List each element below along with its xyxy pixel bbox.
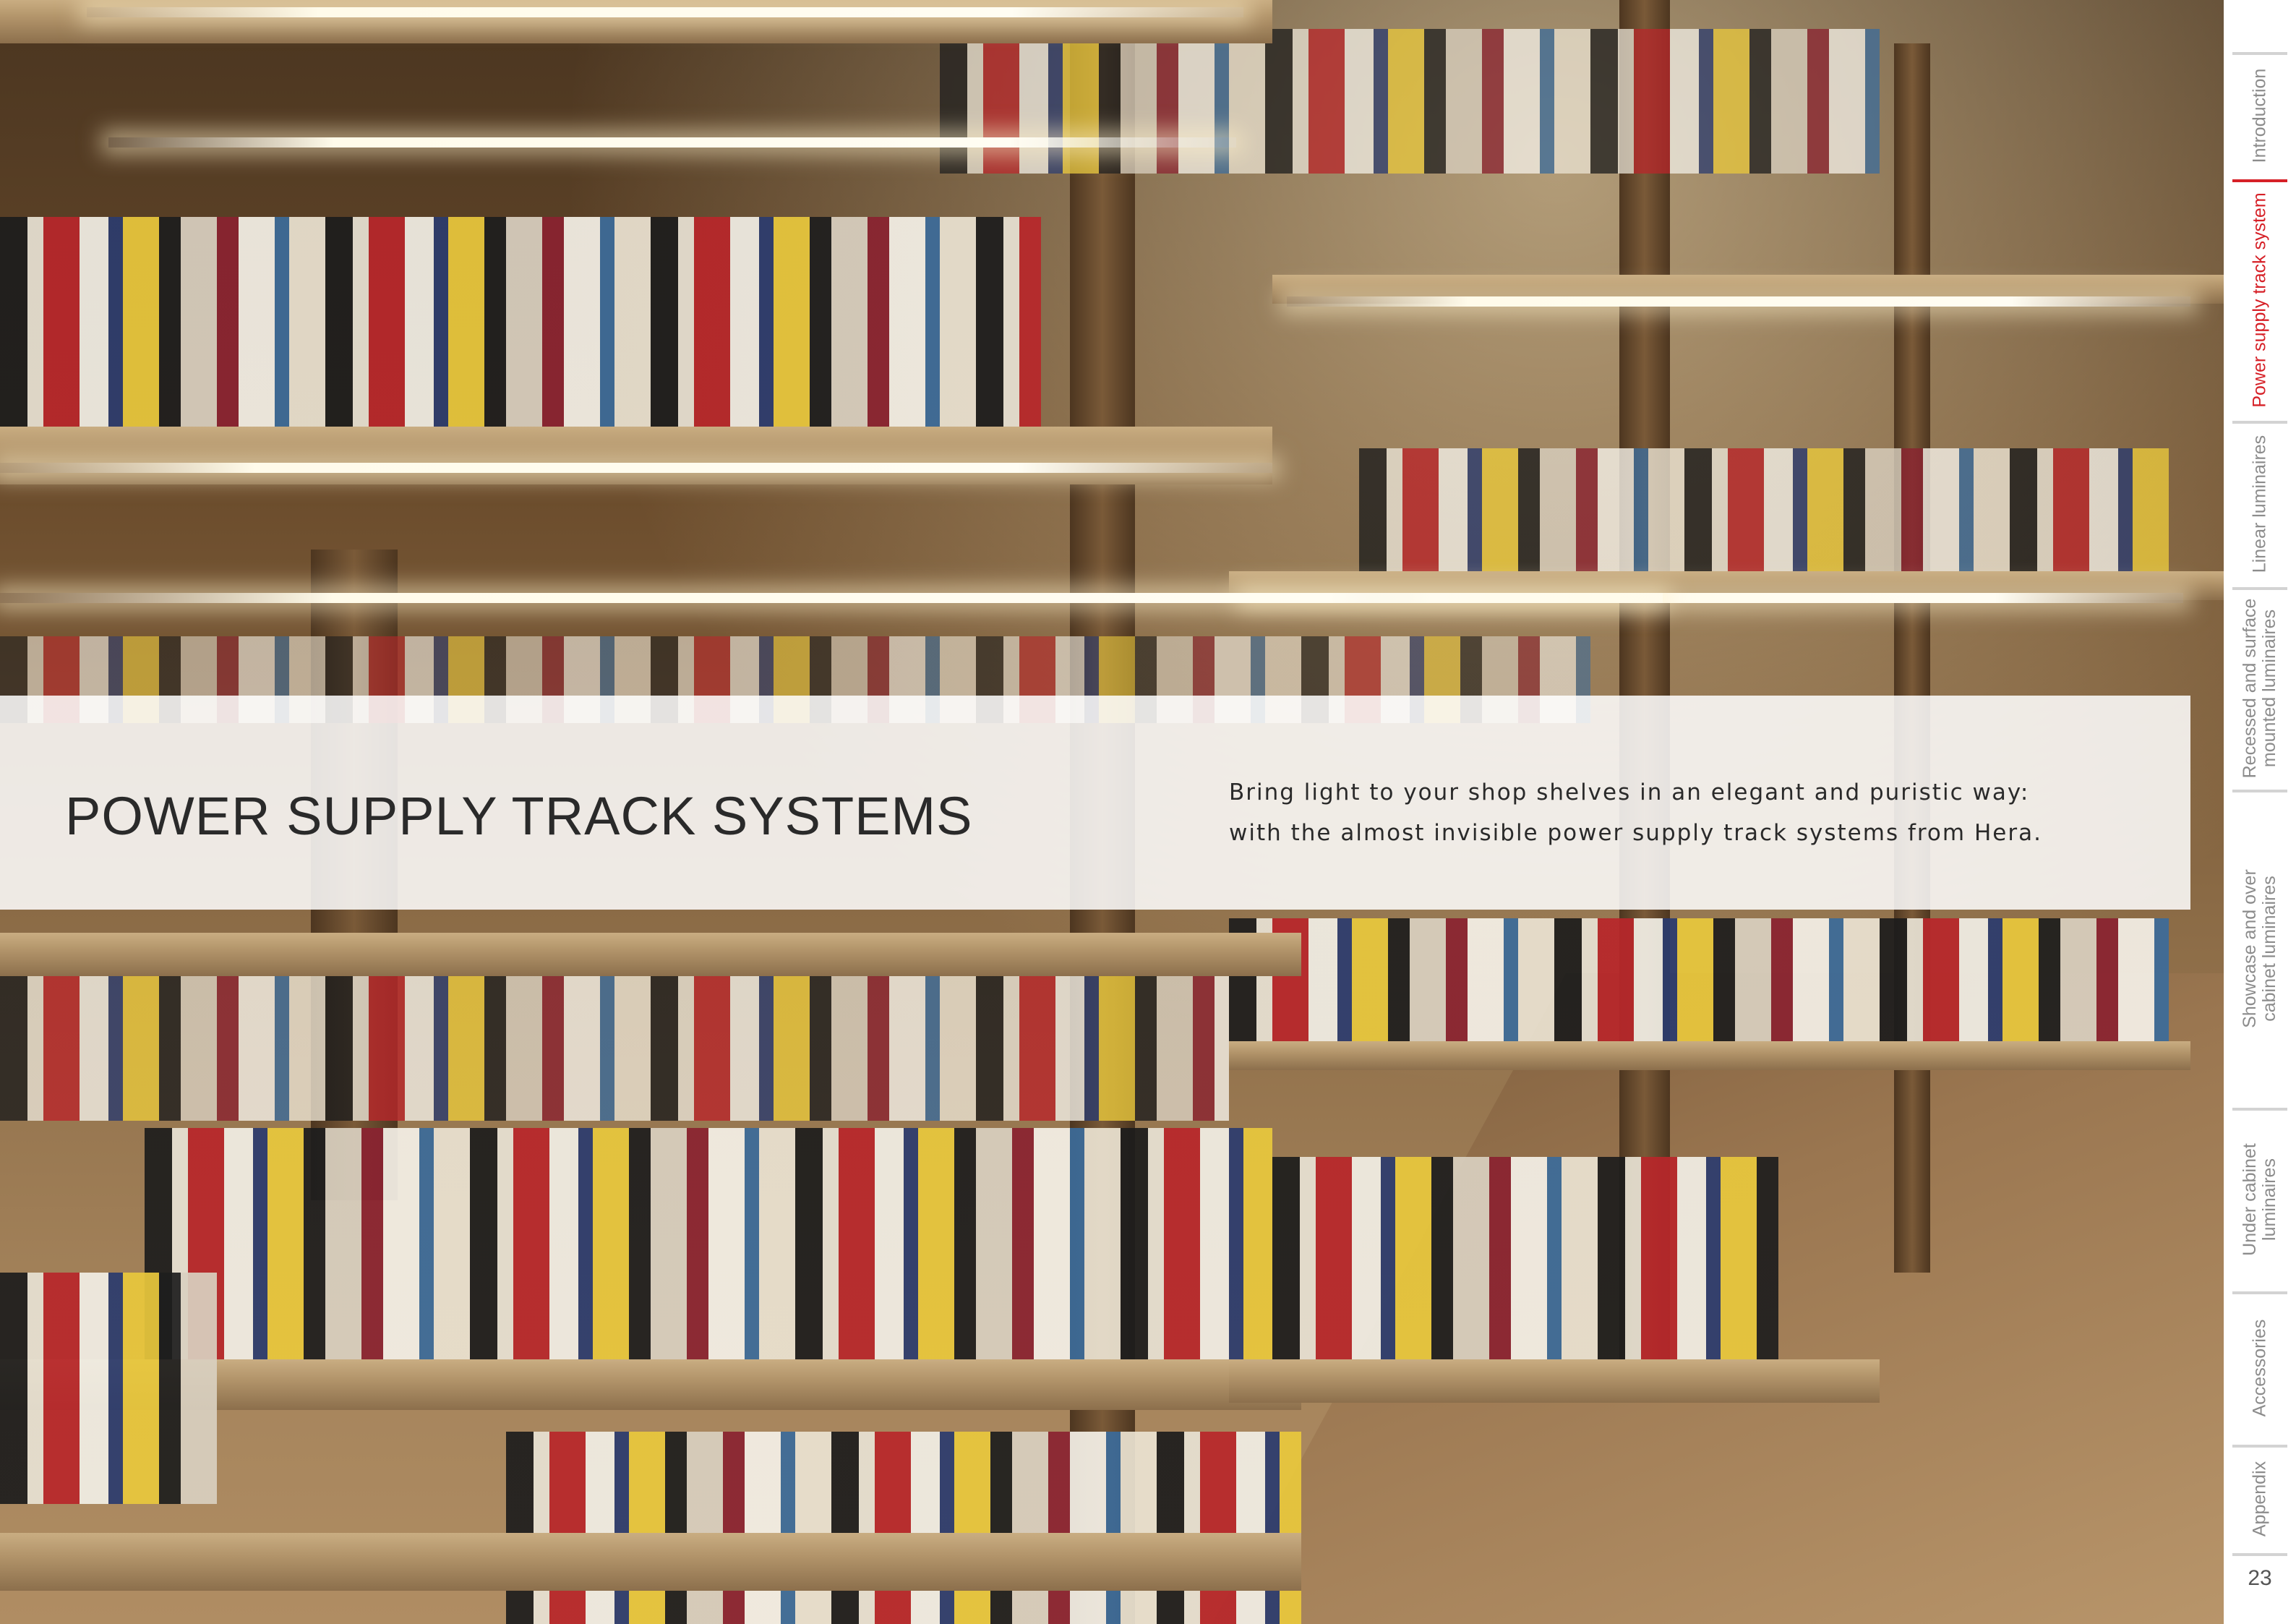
tagline-line-2: with the almost invisible power supply t… xyxy=(1229,820,2042,846)
nav-tab-label: Under cabinet luminaires xyxy=(2240,1143,2279,1256)
nav-tab-indicator xyxy=(2232,1291,2287,1294)
tagline-line-1: Bring light to your shop shelves in an e… xyxy=(1229,779,2030,805)
brochure-page: POWER SUPPLY TRACK SYSTEMS Bring light t… xyxy=(0,0,2296,1624)
nav-tab-linear-luminaires[interactable]: Linear luminaires xyxy=(2224,421,2296,587)
nav-tab-label: Power supply track system xyxy=(2249,192,2270,408)
nav-tab-label: Appendix xyxy=(2249,1461,2270,1537)
chapter-side-nav: Introduction Power supply track system L… xyxy=(2224,0,2296,1624)
nav-tab-indicator xyxy=(2232,1108,2287,1111)
page-title: POWER SUPPLY TRACK SYSTEMS xyxy=(65,786,973,846)
nav-tab-appendix[interactable]: Appendix xyxy=(2224,1445,2296,1553)
nav-tab-accessories[interactable]: Accessories xyxy=(2224,1291,2296,1445)
nav-tab-indicator xyxy=(2232,1445,2287,1448)
nav-tab-recessed-and-surface-mounted-luminaires[interactable]: Recessed and surface mounted luminaires xyxy=(2224,587,2296,790)
nav-tab-indicator xyxy=(2232,587,2287,590)
nav-tab-label: Linear luminaires xyxy=(2249,435,2270,573)
nav-tab-introduction[interactable]: Introduction xyxy=(2224,52,2296,179)
nav-tab-label: Showcase and over cabinet luminaires xyxy=(2240,869,2279,1028)
nav-tab-power-supply-track-system[interactable]: Power supply track system xyxy=(2224,179,2296,421)
nav-tab-label: Recessed and surface mounted luminaires xyxy=(2240,598,2279,779)
nav-tab-indicator xyxy=(2232,421,2287,424)
nav-tab-indicator xyxy=(2232,790,2287,792)
page-number-divider xyxy=(2232,1553,2287,1556)
nav-tab-label: Accessories xyxy=(2249,1319,2270,1417)
nav-tab-label: Introduction xyxy=(2249,68,2270,163)
nav-tab-indicator xyxy=(2232,52,2287,55)
page-number: 23 xyxy=(2248,1566,2272,1590)
nav-tab-showcase-and-over-cabinet-luminaires[interactable]: Showcase and over cabinet luminaires xyxy=(2224,790,2296,1108)
nav-tab-indicator xyxy=(2232,179,2287,182)
page-tagline: Bring light to your shop shelves in an e… xyxy=(1229,772,2169,853)
nav-tab-under-cabinet-luminaires[interactable]: Under cabinet luminaires xyxy=(2224,1108,2296,1291)
